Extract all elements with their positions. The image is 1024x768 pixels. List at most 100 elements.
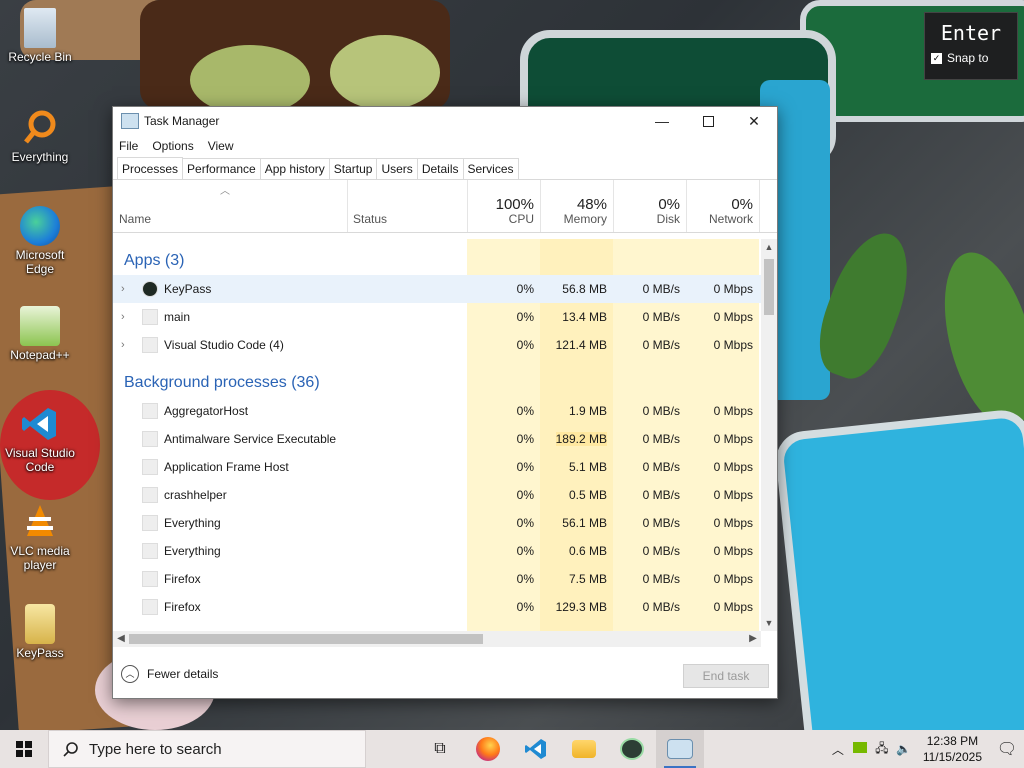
process-cpu: 0% [516,600,534,614]
process-cpu: 0% [516,310,534,324]
group-header[interactable]: Background processes (36) [113,369,761,397]
column-name[interactable]: Name [113,180,348,232]
vertical-scroll-thumb[interactable] [764,259,774,315]
process-memory: 129.3 MB [555,600,607,614]
notifications-icon[interactable]: 🗨 [990,739,1024,759]
nvidia-icon[interactable] [849,742,871,756]
process-disk: 0 MB/s [642,516,680,530]
desktop-icon-everything[interactable]: Everything [2,108,78,164]
vertical-scrollbar[interactable]: ▲ ▼ [761,239,777,631]
table-row[interactable]: › main 0% 13.4 MB 0 MB/s 0 Mbps [113,303,761,331]
process-icon [142,571,158,587]
column-memory[interactable]: 48% Memory [540,180,614,232]
table-row[interactable]: › KeyPass 0% 56.8 MB 0 MB/s 0 Mbps [113,275,761,303]
process-disk: 0 MB/s [642,338,680,352]
network-icon[interactable]: 🖧 [871,739,893,760]
column-network[interactable]: 0% Network [686,180,760,232]
taskbar-search[interactable]: Type here to search [48,730,366,768]
close-icon: ✕ [748,112,760,129]
process-name: Everything [164,516,221,530]
tab-users[interactable]: Users [376,158,418,179]
process-memory: 1.9 MB [568,404,607,418]
process-icon [142,543,158,559]
desktop-icon-edge[interactable]: Microsoft Edge [2,206,78,276]
process-cpu: 0% [516,460,534,474]
process-memory: 13.4 MB [562,310,607,324]
desktop-icon-vlc[interactable]: VLC media player [2,502,78,572]
tab-performance[interactable]: Performance [182,158,261,179]
tab-app-history[interactable]: App history [259,158,330,179]
column-cpu[interactable]: 100% CPU [467,180,541,232]
process-cpu: 0% [516,404,534,418]
clock[interactable]: 12:38 PM 11/15/2025 [923,733,982,765]
process-name: Application Frame Host [164,460,289,474]
process-network: 0 Mbps [713,338,753,352]
scroll-down-icon[interactable]: ▼ [761,615,777,631]
table-row[interactable]: Everything 0% 56.1 MB 0 MB/s 0 Mbps [113,509,761,537]
expand-chevron-icon[interactable]: › [121,339,125,351]
volume-icon[interactable]: 🔈 [893,742,915,756]
desktop-icon-vscode[interactable]: Visual Studio Code [2,404,78,474]
taskbar-firefox[interactable] [464,730,512,768]
table-row[interactable]: › Visual Studio Code (4) 0% 121.4 MB 0 MB/s 0… [113,331,761,359]
minimize-button[interactable]: — [639,107,685,135]
snap-to-toggle[interactable]: ✓ Snap to [931,51,1017,65]
desktop-icon-keypass[interactable]: KeyPass [2,604,78,660]
table-row[interactable]: Antimalware Service Executable 0% 189.2 MB… [113,425,761,453]
search-icon [63,742,78,757]
process-network: 0 Mbps [713,488,753,502]
menu-options[interactable]: Options [152,139,193,153]
windows-logo-icon [16,741,32,757]
keypass-icon [25,604,55,644]
start-button[interactable] [0,730,48,768]
menu-file[interactable]: File [119,139,138,153]
chevron-up-icon: ︿ [121,665,139,683]
process-name: Everything [164,544,221,558]
maximize-button[interactable] [685,107,731,135]
fewer-details-button[interactable]: ︿ Fewer details [121,665,218,683]
menu-view[interactable]: View [208,139,234,153]
scroll-right-icon[interactable]: ▶ [745,631,761,647]
horizontal-scroll-thumb[interactable] [129,634,483,644]
footer: ︿ Fewer details End task [113,652,777,698]
task-view-button[interactable]: ⧉ [416,730,464,768]
expand-chevron-icon[interactable]: › [121,311,125,323]
table-row[interactable]: Application Frame Host 0% 5.1 MB 0 MB/s 0 Mb… [113,453,761,481]
taskbar-keypass[interactable] [608,730,656,768]
process-icon [142,309,158,325]
process-network: 0 Mbps [713,432,753,446]
group-header[interactable]: Apps (3) [113,247,761,275]
table-row[interactable]: crashhelper 0% 0.5 MB 0 MB/s 0 Mbps [113,481,761,509]
taskbar-vscode[interactable] [512,730,560,768]
tab-details[interactable]: Details [416,158,464,179]
close-button[interactable]: ✕ [731,107,777,135]
horizontal-scrollbar[interactable]: ◀ ▶ [113,631,761,647]
table-row[interactable]: Firefox 0% 7.5 MB 0 MB/s 0 Mbps [113,565,761,593]
scroll-left-icon[interactable]: ◀ [113,631,129,647]
table-row[interactable]: Everything 0% 0.6 MB 0 MB/s 0 Mbps [113,537,761,565]
tab-services[interactable]: Services [462,158,519,179]
process-disk: 0 MB/s [642,600,680,614]
process-network: 0 Mbps [713,516,753,530]
process-disk: 0 MB/s [642,310,680,324]
process-memory: 5.1 MB [568,460,607,474]
desktop-icon-notepad-plus-plus[interactable]: Notepad++ [2,306,78,362]
tab-processes[interactable]: Processes [117,157,184,179]
taskbar-file-explorer[interactable] [560,730,608,768]
process-cpu: 0% [516,572,534,586]
column-status[interactable]: Status [347,180,468,232]
end-task-button[interactable]: End task [683,664,769,688]
title-bar[interactable]: Task Manager — ✕ [113,107,777,135]
table-row[interactable]: AggregatorHost 0% 1.9 MB 0 MB/s 0 Mbps [113,397,761,425]
scroll-up-icon[interactable]: ▲ [761,239,777,255]
taskbar-task-manager[interactable] [656,730,704,768]
process-disk: 0 MB/s [642,282,680,296]
chevron-up-icon[interactable]: ︿ [827,741,849,758]
desktop-icon-recycle-bin[interactable]: Recycle Bin [2,8,78,64]
expand-chevron-icon[interactable]: › [121,283,125,295]
column-disk[interactable]: 0% Disk [613,180,687,232]
process-memory: 121.4 MB [555,338,607,352]
table-row[interactable]: Firefox 0% 129.3 MB 0 MB/s 0 Mbps [113,593,761,621]
task-manager-icon [121,113,139,129]
tab-startup[interactable]: Startup [328,158,378,179]
